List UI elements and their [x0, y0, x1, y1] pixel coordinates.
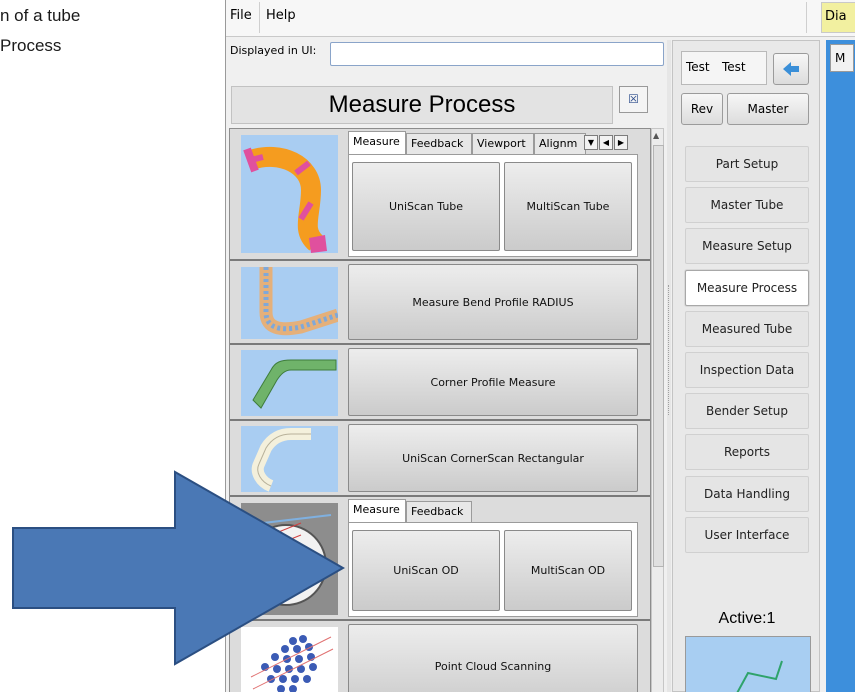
uniscan-cornerscan-rectangular-button[interactable]: UniScan CornerScan Rectangular — [348, 424, 638, 492]
list-item: Measure Feedback Viewport Alignm ▼ ◀ ▶ U… — [230, 129, 650, 261]
nav-reports[interactable]: Reports — [685, 434, 809, 470]
list-item: Measure Bend Profile RADIUS — [230, 261, 650, 345]
menu-file[interactable]: File — [230, 8, 252, 23]
nav-measure-process[interactable]: Measure Process — [685, 270, 809, 306]
splitter-grip — [668, 285, 671, 415]
panel-title: Measure Process — [231, 86, 613, 124]
measure-tab-pane: UniScan OD MultiScan OD — [348, 522, 638, 617]
test-label: Test — [686, 60, 710, 74]
uniscan-od-button[interactable]: UniScan OD — [352, 530, 500, 611]
nav-inspection-data[interactable]: Inspection Data — [685, 352, 809, 388]
corner-profile-image — [241, 350, 338, 416]
back-button[interactable] — [773, 53, 809, 85]
point-cloud-scanning-button[interactable]: Point Cloud Scanning — [348, 624, 638, 692]
tab-measure[interactable]: Measure — [348, 499, 406, 522]
measure-tab-pane: UniScan Tube MultiScan Tube — [348, 154, 638, 257]
diagnostics-tab-fragment[interactable]: Dia — [821, 2, 855, 33]
tab-list-dropdown-icon[interactable]: ▼ — [584, 135, 598, 150]
scrollbar-thumb[interactable] — [653, 145, 664, 567]
tab-viewport[interactable]: Viewport — [472, 133, 534, 154]
annotation-arrow-icon — [12, 470, 346, 666]
list-item: Corner Profile Measure — [230, 345, 650, 421]
test-group: Test Test — [681, 51, 767, 85]
multiscan-od-button[interactable]: MultiScan OD — [504, 530, 632, 611]
tab-measure[interactable]: Measure — [348, 131, 406, 154]
rev-button[interactable]: Rev — [681, 93, 723, 125]
tab-scroll-right-icon[interactable]: ▶ — [614, 135, 628, 150]
nav-user-interface[interactable]: User Interface — [685, 517, 809, 553]
checklist-icon[interactable]: ☒ — [619, 86, 648, 113]
measure-bend-profile-radius-button[interactable]: Measure Bend Profile RADIUS — [348, 264, 638, 340]
viewport-menu-fragment[interactable]: M — [830, 44, 854, 72]
nav-measure-setup[interactable]: Measure Setup — [685, 228, 809, 264]
scroll-up-icon[interactable]: ▲ — [653, 131, 659, 140]
corner-profile-measure-button[interactable]: Corner Profile Measure — [348, 348, 638, 416]
nav-part-setup[interactable]: Part Setup — [685, 146, 809, 182]
bend-profile-image — [241, 267, 338, 339]
menu-help[interactable]: Help — [266, 8, 296, 23]
menu-separator — [806, 2, 807, 33]
tab-feedback[interactable]: Feedback — [406, 501, 472, 522]
back-arrow-icon — [783, 62, 799, 76]
test-button[interactable]: Test — [722, 60, 746, 74]
active-count-label: Active:1 — [718, 610, 776, 627]
tab-alignment[interactable]: Alignm — [534, 133, 586, 154]
displayed-in-ui-label: Displayed in UI: — [230, 44, 317, 57]
master-button[interactable]: Master — [727, 93, 809, 125]
menu-separator — [259, 2, 260, 33]
active-preview-thumbnail[interactable] — [685, 636, 811, 692]
menu-bar: File Help Dia — [226, 0, 855, 37]
tab-scroll-controls: ▼ ◀ ▶ — [584, 135, 628, 151]
nav-measured-tube[interactable]: Measured Tube — [685, 311, 809, 347]
displayed-in-ui-input[interactable] — [330, 42, 664, 66]
viewport-strip: M — [826, 40, 855, 692]
bent-tube-image — [241, 135, 338, 253]
document-text-line-2: Process — [0, 36, 62, 55]
process-list-scrollbar[interactable]: ▲ — [651, 128, 664, 692]
multiscan-tube-button[interactable]: MultiScan Tube — [504, 162, 632, 251]
tab-feedback[interactable]: Feedback — [406, 133, 472, 154]
navigation-panel: Test Test Rev Master Part Setup Master T… — [672, 40, 820, 692]
tab-scroll-left-icon[interactable]: ◀ — [599, 135, 613, 150]
nav-data-handling[interactable]: Data Handling — [685, 476, 809, 512]
uniscan-tube-button[interactable]: UniScan Tube — [352, 162, 500, 251]
nav-master-tube[interactable]: Master Tube — [685, 187, 809, 223]
document-text-line-1: n of a tube — [0, 6, 81, 25]
nav-bender-setup[interactable]: Bender Setup — [685, 393, 809, 429]
